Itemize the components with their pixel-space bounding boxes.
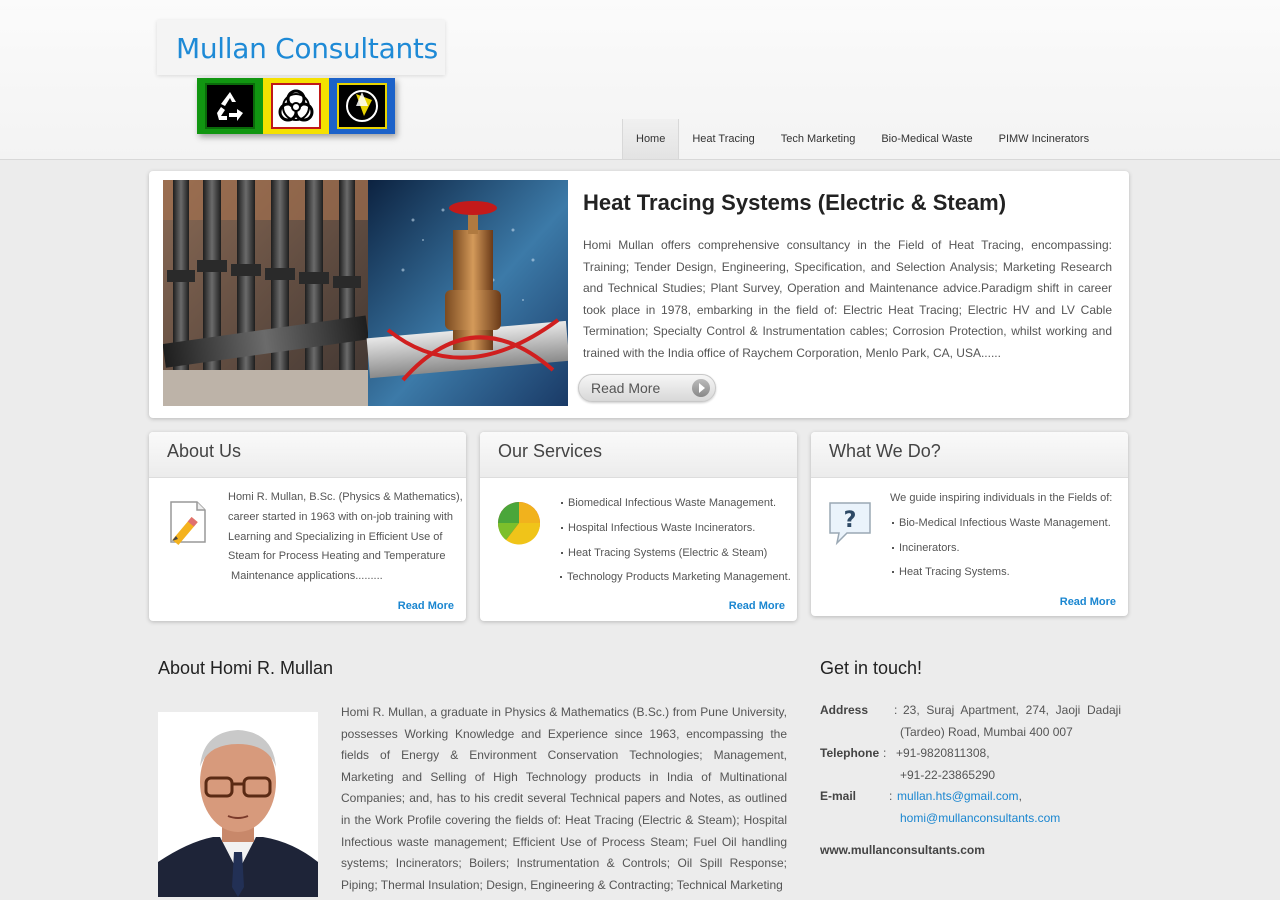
about-us-title: About Us xyxy=(167,441,242,461)
site-header: Mullan Consultants Home Heat Tracing Tec… xyxy=(0,0,1280,160)
nav-item-bio-medical-waste[interactable]: Bio-Medical Waste xyxy=(868,119,985,159)
contact-title: Get in touch! xyxy=(820,658,923,678)
nav-item-home[interactable]: Home xyxy=(622,119,680,159)
services-list-item: Hospital Infectious Waste Incinerators. xyxy=(561,522,755,534)
nav-item-pimw-incinerators[interactable]: PIMW Incinerators xyxy=(986,119,1102,159)
pie-chart-icon xyxy=(497,502,541,545)
services-header: Our Services xyxy=(480,432,797,478)
about-read-more-link[interactable]: Read More xyxy=(398,600,454,612)
nav-item-tech-marketing[interactable]: Tech Marketing xyxy=(768,119,869,159)
whatwedo-header: What We Do? xyxy=(811,432,1128,478)
whatwedo-list-item: Bio-Medical Infectious Waste Management. xyxy=(892,517,1111,529)
biohazard-icon xyxy=(278,89,314,122)
phone-label: Telephone xyxy=(820,746,880,760)
whatwedo-list-item: Heat Tracing Systems. xyxy=(892,566,1010,578)
address-line-2: (Tardeo) Road, Mumbai 400 007 xyxy=(900,725,1073,739)
logo-icons-strip xyxy=(197,78,395,134)
feature-read-more-label: Read More xyxy=(591,380,661,396)
brand-title[interactable]: Mullan Consultants xyxy=(176,32,438,65)
email-link-2[interactable]: homi@mullanconsultants.com xyxy=(900,811,1060,825)
bio-title: About Homi R. Mullan xyxy=(158,658,334,678)
services-box: Our Services Biomedical Infectious Waste… xyxy=(480,432,797,621)
reduce-reuse-recycle-icon xyxy=(346,90,378,122)
about-us-box: About Us Homi R. Mullan, B.Sc. (Physics … xyxy=(149,432,466,621)
feature-image xyxy=(163,180,568,406)
portrait-photo xyxy=(158,712,318,897)
feature-title: Heat Tracing Systems (Electric & Steam) xyxy=(583,190,1007,215)
services-list-item: Biomedical Infectious Waste Management. xyxy=(561,497,776,509)
whatwedo-read-more-link[interactable]: Read More xyxy=(1060,596,1116,608)
about-line: career started in 1963 with on-job train… xyxy=(228,511,454,523)
whatwedo-intro: We guide inspiring individuals in the Fi… xyxy=(890,492,1113,504)
main-nav: Home Heat Tracing Tech Marketing Bio-Med… xyxy=(622,119,1102,159)
whatwedo-list-item: Incinerators. xyxy=(892,542,960,554)
about-us-header: About Us xyxy=(149,432,466,478)
about-line: Maintenance applications......... xyxy=(228,570,383,582)
email-label: E-mail xyxy=(820,789,857,803)
services-list-item: Heat Tracing Systems (Electric & Steam) xyxy=(561,547,767,559)
website-link[interactable]: www.mullanconsultants.com xyxy=(820,843,985,857)
pencil-paper-icon xyxy=(170,501,206,546)
reduce-tile xyxy=(329,78,395,134)
recycle-icon xyxy=(217,92,243,121)
feature-text: Homi Mullan offers comprehensive consult… xyxy=(583,238,1112,360)
about-line: Homi R. Mullan, B.Sc. (Physics & Mathema… xyxy=(228,491,463,503)
phone-2: +91-22-23865290 xyxy=(900,768,996,782)
about-line: Learning and Specializing in Efficient U… xyxy=(228,531,443,543)
about-line: Steam for Process Heating and Temperatur… xyxy=(228,550,446,562)
address-line-1: 23, Suraj Apartment, 274, Jaoji Dadaji xyxy=(903,703,1121,717)
nav-item-heat-tracing[interactable]: Heat Tracing xyxy=(679,119,767,159)
recycle-tile xyxy=(197,78,263,134)
phone-1: +91-9820811308, xyxy=(896,746,990,760)
services-list-item: Technology Products Marketing Management… xyxy=(560,571,791,583)
logo-title-plate[interactable]: Mullan Consultants xyxy=(157,20,445,75)
email-row-1: mullan.hts@gmail.com, xyxy=(897,789,1022,803)
email-comma: , xyxy=(1018,789,1022,803)
question-bubble-icon: ? xyxy=(829,502,871,546)
address-colon: : xyxy=(894,703,898,717)
feature-read-more-button[interactable]: Read More xyxy=(578,374,716,402)
services-title: Our Services xyxy=(498,441,603,461)
phone-colon: : xyxy=(883,746,887,760)
bio-text: Homi R. Mullan, a graduate in Physics & … xyxy=(341,705,787,892)
address-label: Address xyxy=(820,703,869,717)
email-colon: : xyxy=(889,789,893,803)
svg-text:?: ? xyxy=(844,508,857,533)
whatwedo-title: What We Do? xyxy=(829,441,941,461)
whatwedo-box: What We Do? ? We guide inspiring individ… xyxy=(811,432,1128,616)
email-link-1[interactable]: mullan.hts@gmail.com xyxy=(897,789,1019,803)
feature-panel: Heat Tracing Systems (Electric & Steam) … xyxy=(149,171,1129,418)
arrow-right-icon xyxy=(692,379,710,397)
services-read-more-link[interactable]: Read More xyxy=(729,600,785,612)
biohazard-tile xyxy=(263,78,329,134)
